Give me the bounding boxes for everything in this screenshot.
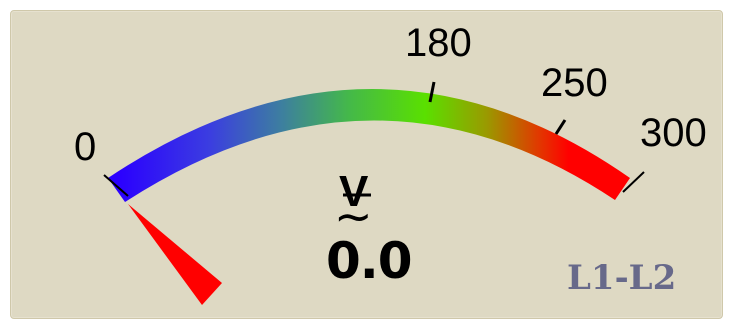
gauge-needle (128, 204, 222, 305)
scale-label-180: 180 (405, 21, 472, 65)
scale-label-0: 0 (74, 125, 96, 169)
scale-label-300: 300 (640, 111, 707, 155)
voltmeter-widget: 0 180 250 300 V ~ 0.0 L1-L2 (0, 0, 737, 331)
voltage-value: 0.0 (326, 232, 413, 290)
phase-label: L1-L2 (567, 258, 677, 298)
tick-250 (554, 119, 567, 135)
scale-label-250: 250 (541, 61, 608, 105)
scale-arc (108, 89, 630, 202)
